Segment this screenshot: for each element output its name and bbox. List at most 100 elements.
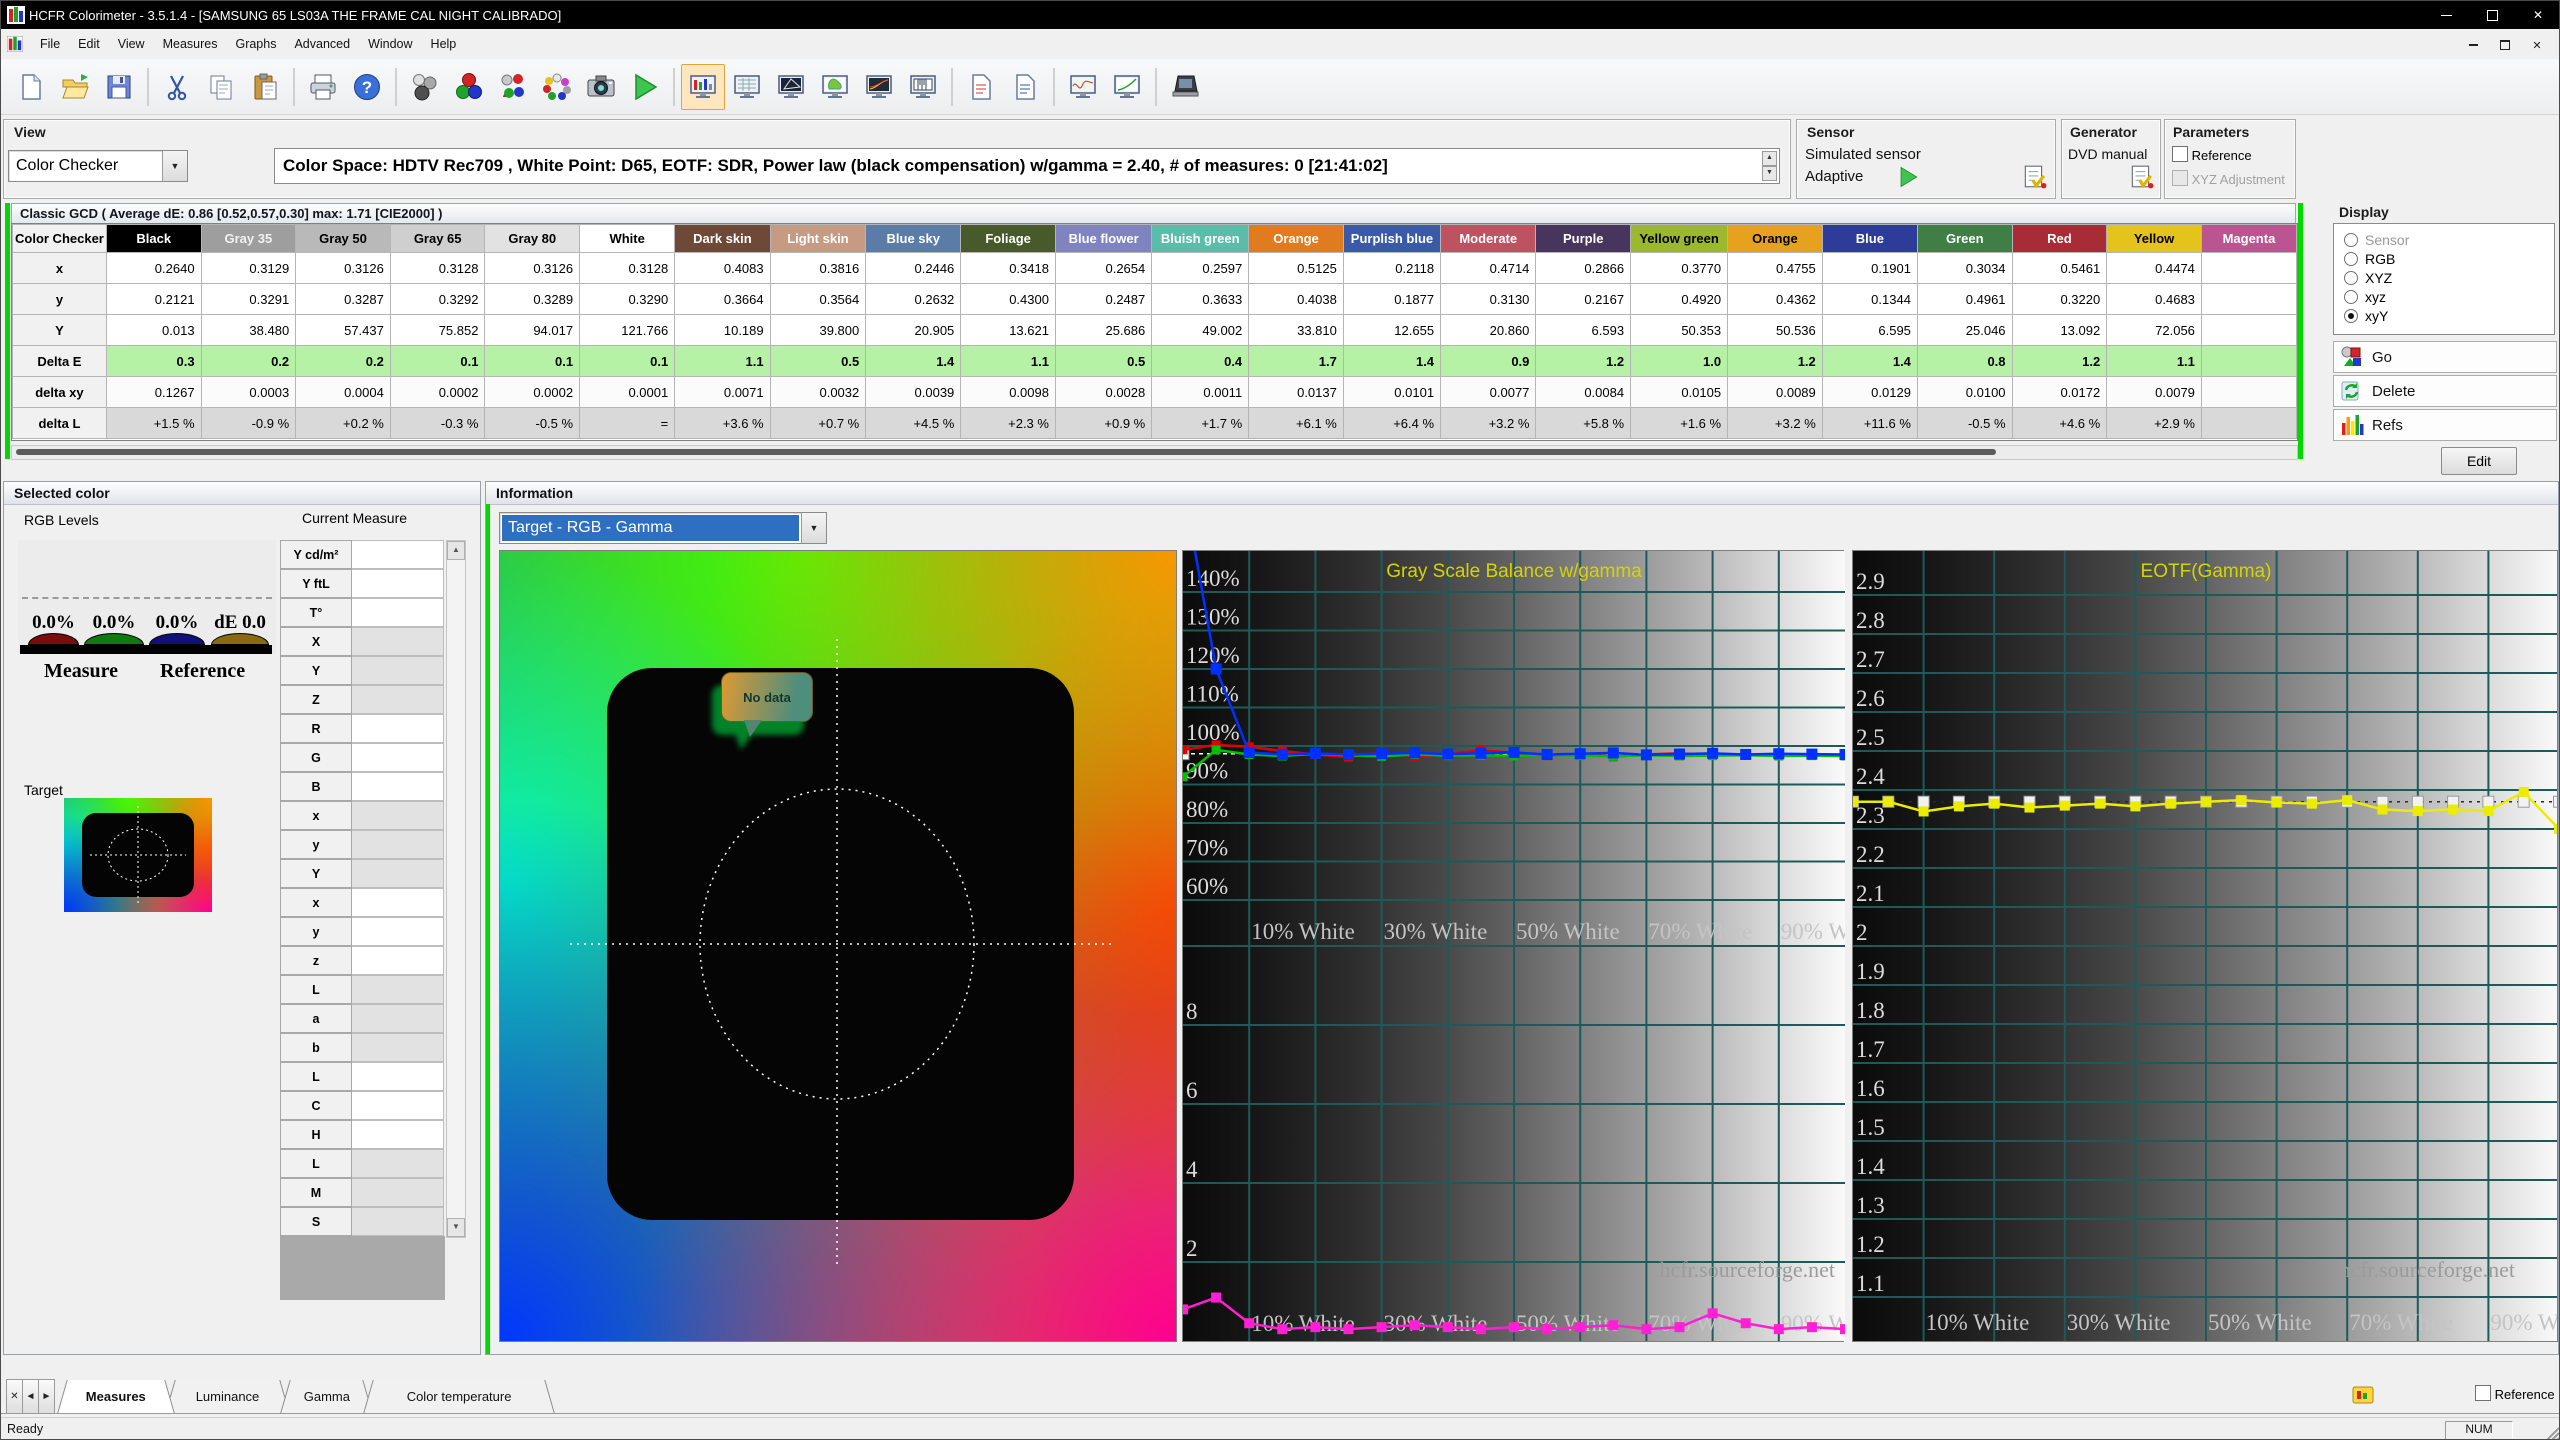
table-cell[interactable]: 50.536 [1727,314,1823,346]
reference-checkbox[interactable]: Reference [2172,146,2252,163]
checkbox-icon[interactable] [2475,1385,2491,1401]
table-cell[interactable]: 0.2 [295,345,391,377]
table-cell[interactable]: 0.2167 [1535,283,1632,315]
print-button[interactable] [301,64,345,110]
reference-toggle[interactable]: Reference [2475,1385,2555,1402]
column-header-orange[interactable]: Orange [1727,224,1823,253]
table-cell[interactable]: 0.0137 [1248,376,1344,408]
column-header-white[interactable]: White [579,224,676,253]
measure-row-value[interactable] [352,743,444,772]
sensor-config-icon[interactable] [2021,164,2047,190]
table-cell[interactable]: 1.0 [1630,345,1729,377]
table-cell[interactable]: 0.4038 [1248,283,1344,315]
table-cell[interactable]: 0.3292 [389,283,486,315]
table-cell[interactable]: +5.8 % [1535,407,1632,439]
table-cell[interactable]: 121.766 [579,314,676,346]
table-cell[interactable]: 0.5461 [2011,252,2108,284]
table-cell[interactable]: +1.6 % [1630,407,1729,439]
table-cell[interactable]: 0.3287 [295,283,391,315]
column-header-purplish-blue[interactable]: Purplish blue [1342,224,1442,253]
column-header-gray-80[interactable]: Gray 80 [484,224,581,253]
table-cell[interactable]: 0.0105 [1630,376,1729,408]
table-cell[interactable]: = [579,407,676,439]
table-cell[interactable]: 0.3130 [1440,283,1537,315]
table-cell[interactable] [2200,283,2297,315]
table-cell[interactable]: 0.4920 [1630,283,1729,315]
table-cell[interactable]: -0.3 % [389,407,486,439]
table-cell[interactable]: +3.2 % [1727,407,1823,439]
view-selector[interactable]: Color Checker ▼ [8,150,188,182]
column-header-light-skin[interactable]: Light skin [769,224,867,253]
table-cell[interactable]: 12.655 [1342,314,1442,346]
table-cell[interactable]: 0.0004 [295,376,391,408]
table-cell[interactable]: 0.4300 [960,283,1056,315]
table-cell[interactable]: 1.7 [1248,345,1344,377]
spinner-up-icon[interactable]: ▲ [1762,151,1777,166]
table-cell[interactable]: 0.8 [1916,345,2013,377]
column-header-gray-35[interactable]: Gray 35 [200,224,297,253]
view-free-button[interactable] [901,64,945,110]
table-cell[interactable]: 0.2640 [105,252,202,284]
table-cell[interactable]: 0.0002 [484,376,581,408]
table-cell[interactable]: 75.852 [389,314,486,346]
measure-row-value[interactable] [352,1033,444,1062]
view-measures-grid-button[interactable] [725,64,769,110]
table-cell[interactable] [2200,376,2297,408]
chevron-down-icon[interactable]: ▼ [801,513,826,543]
table-cell[interactable]: 0.2654 [1054,252,1153,284]
table-cell[interactable]: +1.5 % [105,407,202,439]
measure-row-value[interactable] [352,888,444,917]
table-cell[interactable]: +0.7 % [769,407,867,439]
table-cell[interactable]: 6.593 [1535,314,1632,346]
radio-icon[interactable] [2344,232,2358,247]
tab-color-temperature[interactable]: Color temperature [377,1380,541,1413]
refs-button[interactable]: Refs [2333,409,2557,441]
table-cell[interactable]: 0.4961 [1916,283,2013,315]
table-cell[interactable]: +2.3 % [960,407,1056,439]
new-file-button[interactable] [9,64,53,110]
radio-icon[interactable] [2344,270,2358,285]
table-cell[interactable]: -0.5 % [484,407,581,439]
table-cell[interactable]: 0.5 [1054,345,1153,377]
menu-window[interactable]: Window [359,33,421,55]
mdi-restore-button[interactable] [2491,33,2519,57]
report-button[interactable] [959,64,1003,110]
view-cie-button[interactable] [813,64,857,110]
xyz-adjustment-checkbox[interactable]: XYZ Adjustment [2172,170,2285,187]
table-cell[interactable]: 0.0084 [1535,376,1632,408]
table-hscrollbar[interactable] [11,445,2298,460]
table-cell[interactable]: 1.4 [865,345,962,377]
table-cell[interactable]: 1.2 [1535,345,1632,377]
table-cell[interactable]: +4.5 % [865,407,962,439]
scroll-up-icon[interactable]: ▲ [447,541,465,560]
column-header-blue[interactable]: Blue [1821,224,1918,253]
table-cell[interactable]: 0.5125 [1248,252,1344,284]
radio-icon[interactable] [2344,289,2358,304]
mdi-close-button[interactable]: ✕ [2523,33,2551,57]
table-cell[interactable]: 0.0079 [2106,376,2202,408]
measure-row-value[interactable] [352,540,444,569]
menu-graphs[interactable]: Graphs [226,33,285,55]
column-header-orange[interactable]: Orange [1248,224,1344,253]
measure-row-value[interactable] [352,859,444,888]
radio-icon[interactable] [2344,308,2358,323]
table-cell[interactable]: 25.686 [1054,314,1153,346]
table-cell[interactable]: 1.1 [960,345,1056,377]
table-cell[interactable]: 39.800 [769,314,867,346]
scroll-down-icon[interactable]: ▼ [447,1218,465,1237]
measure-row-value[interactable] [352,685,444,714]
table-cell[interactable]: 0.3770 [1630,252,1729,284]
table-cell[interactable]: 0.5 [769,345,867,377]
table-cell[interactable]: +0.2 % [295,407,391,439]
generator-config-icon[interactable] [2128,164,2154,190]
table-cell[interactable]: 20.905 [865,314,962,346]
table-cell[interactable]: 6.595 [1821,314,1918,346]
table-cell[interactable]: 0.1 [484,345,581,377]
menu-file[interactable]: File [31,33,69,55]
table-cell[interactable]: 0.0129 [1821,376,1918,408]
copy-button[interactable] [199,64,243,110]
table-cell[interactable]: 10.189 [674,314,771,346]
table-cell[interactable]: 0.4714 [1440,252,1537,284]
report-notes-button[interactable] [1003,64,1047,110]
column-header-magenta[interactable]: Magenta [2200,224,2297,253]
